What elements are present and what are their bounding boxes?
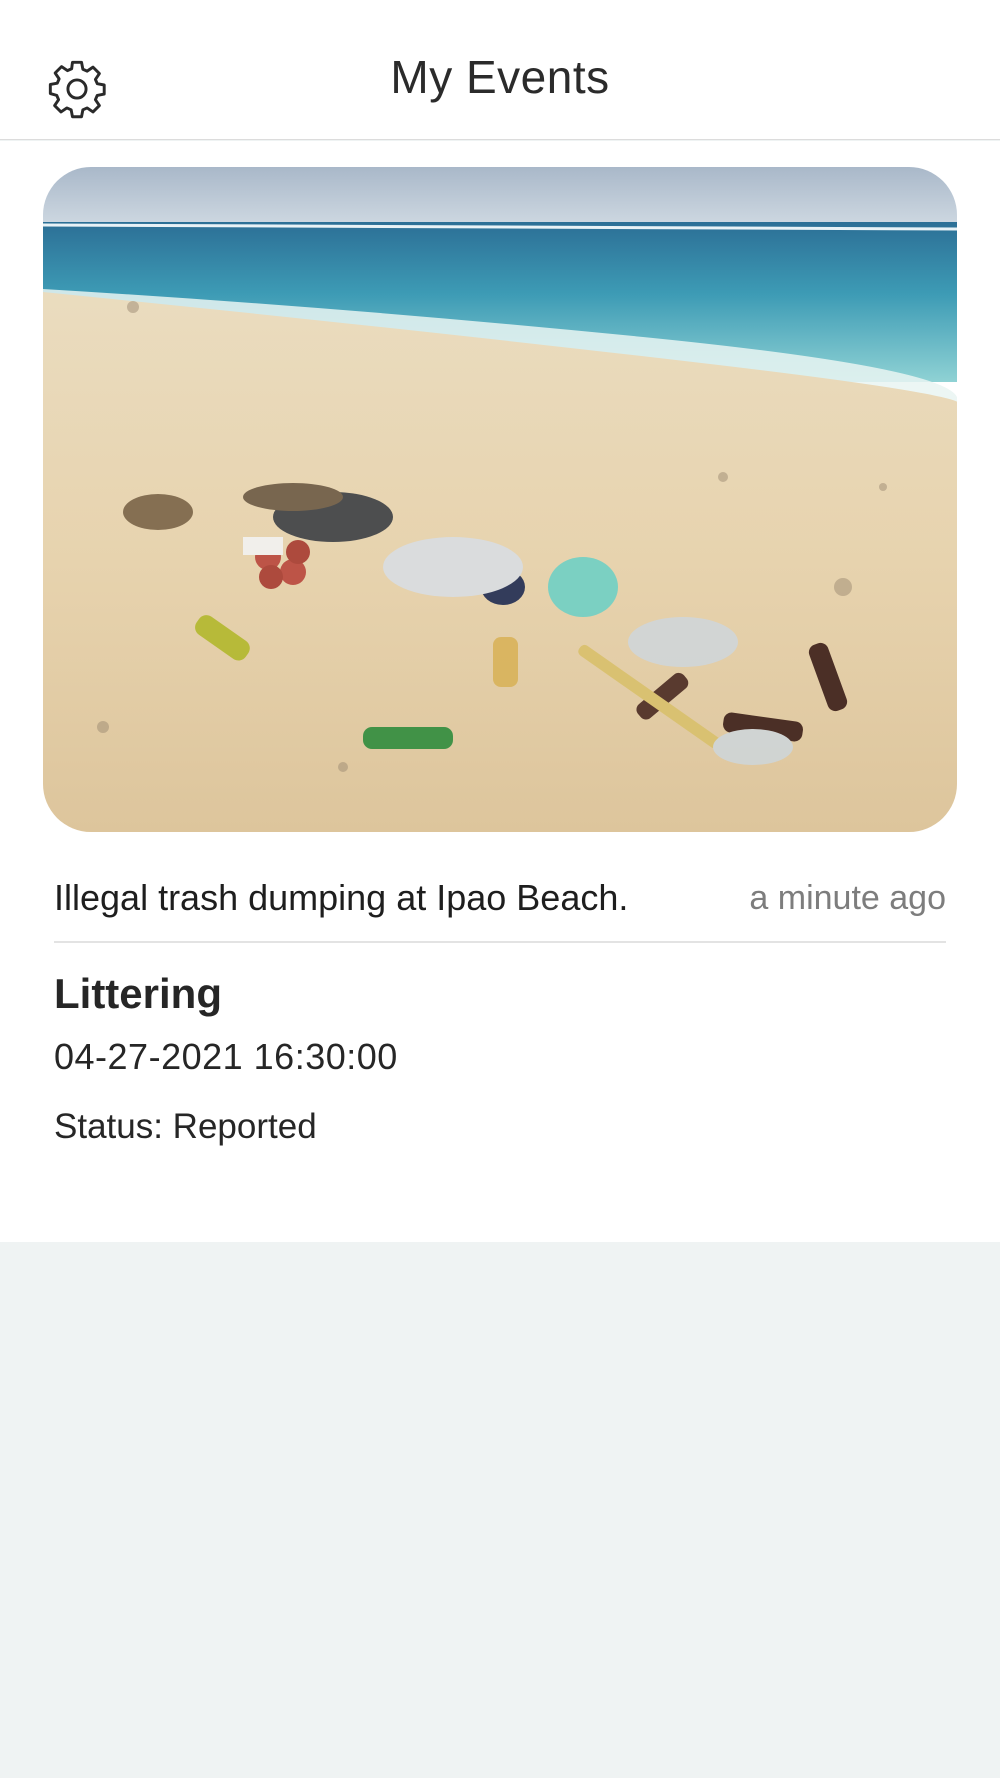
- event-photo: [43, 167, 957, 832]
- events-list: Illegal trash dumping at Ipao Beach. a m…: [0, 141, 1000, 1242]
- event-description: Illegal trash dumping at Ipao Beach.: [54, 877, 629, 918]
- event-summary-row: Illegal trash dumping at Ipao Beach. a m…: [54, 868, 946, 928]
- divider: [54, 941, 946, 943]
- event-status: Status: Reported: [54, 1107, 317, 1146]
- event-card[interactable]: Illegal trash dumping at Ipao Beach. a m…: [0, 141, 1000, 1242]
- event-time-ago: a minute ago: [749, 878, 946, 917]
- event-datetime: 04-27-2021 16:30:00: [54, 1036, 398, 1077]
- app-header: My Events: [0, 0, 1000, 140]
- screen: My Events Illegal trash dumping at Ipao …: [0, 0, 1000, 1778]
- event-category: Littering: [54, 970, 222, 1017]
- page-title: My Events: [390, 51, 610, 103]
